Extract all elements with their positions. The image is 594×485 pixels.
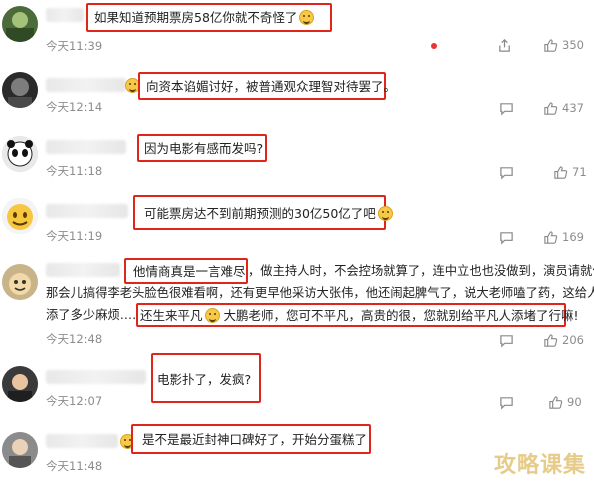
username-blurred[interactable]	[46, 434, 118, 448]
comment-icon	[500, 102, 513, 116]
avatar[interactable]	[2, 432, 38, 468]
comment-icon	[500, 231, 513, 245]
comment-text-line-1: ，做主持人时，不会控场就算了，连中立也也没做到，演员请就位	[248, 264, 594, 278]
like-icon	[549, 395, 563, 409]
like-icon	[544, 230, 558, 244]
like-count: 90	[567, 395, 582, 409]
like-icon	[554, 165, 568, 179]
like-button[interactable]: 206	[543, 331, 584, 349]
comment-3: 因为电影有感而发吗? 今天11:18 71	[0, 128, 594, 184]
like-count: 71	[572, 165, 587, 179]
highlight-box: 向资本谄媚讨好，被普通观众理智对待罢了。	[138, 72, 396, 100]
timestamp: 今天12:48	[46, 332, 103, 346]
comment-text: 电影扑了，发疯?	[157, 372, 252, 387]
comment-5: 他情商真是一言难尽 ，做主持人时，不会控场就算了，连中立也也没做到，演员请就位 …	[0, 252, 594, 348]
like-button[interactable]: 350	[543, 36, 584, 54]
share-icon	[499, 38, 510, 52]
comment-2: 向资本谄媚讨好，被普通观众理智对待罢了。 今天12:14 437	[0, 64, 594, 124]
timestamp: 今天11:18	[46, 164, 103, 178]
comment-button[interactable]	[499, 331, 514, 349]
like-icon	[544, 333, 558, 347]
like-icon	[544, 101, 558, 115]
username-blurred[interactable]	[46, 370, 146, 384]
comment-icon	[500, 166, 513, 180]
comment-icon	[500, 396, 513, 410]
comment-button[interactable]	[499, 99, 514, 117]
avatar[interactable]	[2, 6, 38, 42]
comment-highlight-2: 还生来平凡	[140, 308, 203, 323]
highlight-box: 他情商真是一言难尽	[124, 258, 248, 284]
comment-icon	[500, 334, 513, 348]
username-blurred[interactable]	[46, 140, 126, 154]
laugh-emoji-icon	[377, 206, 393, 221]
username-blurred[interactable]	[46, 8, 84, 22]
timestamp: 今天11:19	[46, 229, 103, 243]
watermark: 攻略课集	[493, 453, 586, 478]
comment-highlight-2b: 大鹏老师，您可不平凡，高贵的很，您就别给平凡人添堵了行嘛!	[223, 308, 579, 323]
comment-text: 向资本谄媚讨好，被普通观众理智对待罢了。	[146, 79, 397, 94]
like-count: 169	[562, 230, 584, 244]
avatar[interactable]	[2, 198, 38, 234]
like-count: 350	[562, 38, 584, 52]
comment-text: 因为电影有感而发吗?	[144, 141, 264, 156]
timestamp: 今天11:48	[46, 459, 103, 473]
timestamp: 今天12:14	[46, 100, 103, 114]
avatar[interactable]	[2, 72, 38, 108]
comment-6: 电影扑了，发疯? 今天12:07 90	[0, 350, 594, 414]
username-blurred[interactable]	[46, 78, 126, 92]
username-blurred[interactable]	[46, 263, 120, 277]
like-button[interactable]: 90	[548, 393, 582, 411]
timestamp: 今天12:07	[46, 394, 103, 408]
comment-highlight-1: 他情商真是一言难尽	[133, 264, 246, 279]
grin-emoji-icon	[299, 10, 315, 25]
like-button[interactable]: 169	[543, 228, 584, 246]
red-dot-icon	[431, 43, 437, 49]
highlight-box: 可能票房达不到前期预测的30亿50亿了吧	[133, 195, 393, 230]
like-icon	[544, 38, 558, 52]
comment-text: 如果知道预期票房58亿你就不奇怪了	[94, 10, 298, 25]
comment-text: 是不是最近封神口碑好了，开始分蛋糕了	[142, 432, 368, 447]
highlight-box: 电影扑了，发疯?	[151, 353, 261, 403]
avatar[interactable]	[2, 136, 38, 172]
share-button[interactable]	[497, 36, 512, 54]
highlight-box: 因为电影有感而发吗?	[137, 134, 267, 162]
smile-emoji-icon	[204, 308, 220, 323]
timestamp: 今天11:39	[46, 39, 103, 53]
like-count: 206	[562, 333, 584, 347]
highlight-box: 如果知道预期票房58亿你就不奇怪了	[86, 3, 332, 32]
comment-button[interactable]	[499, 228, 514, 246]
comment-button[interactable]	[499, 393, 514, 411]
avatar[interactable]	[2, 264, 38, 300]
like-count: 437	[562, 101, 584, 115]
highlight-box: 是不是最近封神口碑好了，开始分蛋糕了	[131, 424, 371, 454]
comment-1: 如果知道预期票房58亿你就不奇怪了 今天11:39 350	[0, 0, 594, 60]
like-button[interactable]: 437	[543, 99, 584, 117]
comment-4: 可能票房达不到前期预测的30亿50亿了吧 今天11:19 169	[0, 188, 594, 250]
highlight-box: 还生来平凡 大鹏老师，您可不平凡，高贵的很，您就别给平凡人添堵了行嘛!	[136, 303, 579, 327]
like-button[interactable]: 71	[553, 163, 587, 181]
username-blurred[interactable]	[46, 204, 128, 218]
comment-text-line-2: 那会儿搞得李老头脸色很难看啊，还有更早他采访大张伟，他还闹起脾气了，说大老师嗑了…	[46, 286, 594, 300]
comment-text-line-3: 添了多少麻烦……	[46, 308, 145, 322]
comment-button[interactable]	[499, 163, 514, 181]
comment-text: 可能票房达不到前期预测的30亿50亿了吧	[144, 206, 376, 221]
avatar[interactable]	[2, 366, 38, 402]
